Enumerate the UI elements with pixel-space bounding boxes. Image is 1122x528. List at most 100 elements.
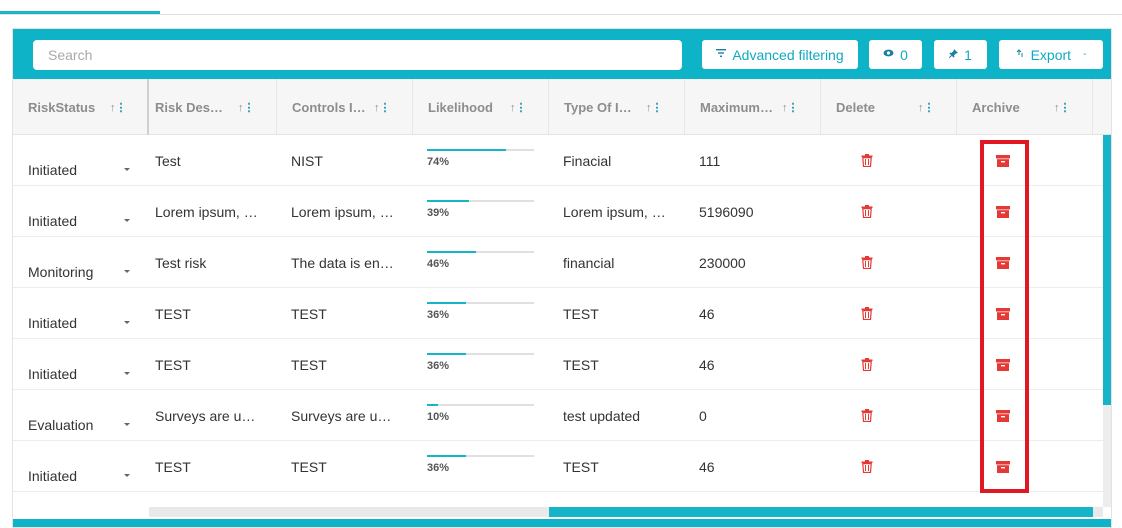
trash-icon[interactable] <box>861 256 873 274</box>
likelihood-progress-fill <box>427 353 466 355</box>
chevron-down-icon[interactable] <box>124 474 130 477</box>
maximum-cell: 230000 <box>699 255 746 271</box>
horizontal-scrollbar-thumb[interactable] <box>549 507 1093 517</box>
controls-cell: TEST <box>291 357 327 373</box>
archive-column-highlight <box>980 140 1029 493</box>
pinned-columns-count: 1 <box>964 46 972 63</box>
likelihood-percent: 74% <box>427 156 450 168</box>
likelihood-percent: 10% <box>427 411 450 423</box>
chevron-down-icon[interactable] <box>124 270 130 273</box>
controls-cell: TEST <box>291 306 327 322</box>
risk-status-select[interactable]: Initiated <box>28 315 77 331</box>
hidden-columns-count: 0 <box>900 46 908 63</box>
column-header-controls[interactable]: Controls I… ↑⋮ <box>277 79 413 135</box>
column-header-likelihood[interactable]: Likelihood ↑⋮ <box>413 79 549 135</box>
hidden-columns-button[interactable]: 0 <box>869 40 922 69</box>
column-header-label: Risk Des… <box>155 100 223 115</box>
vertical-scrollbar-thumb[interactable] <box>1103 135 1111 405</box>
risk-status-select[interactable]: Evaluation <box>28 417 93 433</box>
sort-icon[interactable]: ↑⋮ <box>110 101 127 114</box>
vertical-scrollbar[interactable] <box>1103 135 1111 507</box>
controls-cell: Lorem ipsum, … <box>291 204 394 220</box>
sort-icon[interactable]: ↑⋮ <box>1054 101 1071 114</box>
risk-status-select[interactable]: Initiated <box>28 162 77 178</box>
horizontal-scrollbar[interactable] <box>149 507 1103 517</box>
trash-icon[interactable] <box>861 154 873 172</box>
column-header-label: Maximum… <box>700 100 773 115</box>
pinned-columns-button[interactable]: 1 <box>934 40 987 69</box>
chevron-down-icon[interactable] <box>124 168 130 171</box>
chevron-down-icon[interactable] <box>124 423 130 426</box>
column-header-archive[interactable]: Archive ↑⋮ <box>957 79 1093 135</box>
sort-icon[interactable]: ↑⋮ <box>238 101 255 114</box>
filter-icon <box>716 49 727 60</box>
trash-icon[interactable] <box>861 460 873 478</box>
sort-icon[interactable]: ↑⋮ <box>918 101 935 114</box>
type-of-impact-cell: Finacial <box>563 153 612 169</box>
sort-icon[interactable]: ↑⋮ <box>510 101 527 114</box>
risk-status-select[interactable]: Initiated <box>28 366 77 382</box>
risk-description-cell: Test risk <box>155 255 207 271</box>
eye-icon <box>883 49 894 60</box>
likelihood-percent: 46% <box>427 258 450 270</box>
table-row: Initiated TEST TEST 36% TEST 46 <box>13 288 1103 339</box>
export-icon <box>1016 48 1025 61</box>
export-button[interactable]: Export - <box>999 40 1103 69</box>
likelihood-progress-bar <box>427 200 534 202</box>
column-header-label: Likelihood <box>428 100 493 115</box>
search-input[interactable] <box>33 40 682 70</box>
chevron-down-icon[interactable] <box>124 321 130 324</box>
likelihood-progress-fill <box>427 302 466 304</box>
table-row: Monitoring Test risk The data is en… 46%… <box>13 237 1103 288</box>
risk-register-grid: Advanced filtering 0 1 Export - RiskStat… <box>12 28 1112 528</box>
risk-status-select[interactable]: Initiated <box>28 468 77 484</box>
likelihood-progress-bar <box>427 353 534 355</box>
sort-icon[interactable]: ↑⋮ <box>374 101 391 114</box>
table-row: Evaluation Surveys are u… Surveys are u…… <box>13 390 1103 441</box>
type-of-impact-cell: Lorem ipsum, … <box>563 204 666 220</box>
trash-icon[interactable] <box>861 358 873 376</box>
maximum-cell: 111 <box>699 153 721 169</box>
maximum-cell: 46 <box>699 306 715 322</box>
advanced-filtering-button[interactable]: Advanced filtering <box>702 40 858 69</box>
controls-cell: TEST <box>291 459 327 475</box>
maximum-cell: 46 <box>699 357 715 373</box>
maximum-cell: 5196090 <box>699 204 754 220</box>
active-tab-indicator <box>0 11 160 14</box>
likelihood-percent: 36% <box>427 360 450 372</box>
risk-description-cell: TEST <box>155 357 191 373</box>
trash-icon[interactable] <box>861 307 873 325</box>
column-header-risk-status[interactable]: RiskStatus ↑⋮ <box>13 79 149 135</box>
likelihood-progress-bar <box>427 404 534 406</box>
risk-status-select[interactable]: Monitoring <box>28 264 93 280</box>
trash-icon[interactable] <box>861 409 873 427</box>
chevron-down-icon[interactable] <box>124 372 130 375</box>
type-of-impact-cell: test updated <box>563 408 641 424</box>
column-header-type-of-impact[interactable]: Type Of I… ↑⋮ <box>549 79 685 135</box>
chevron-down-icon[interactable] <box>124 219 130 222</box>
controls-cell: NIST <box>291 153 323 169</box>
sort-icon[interactable]: ↑⋮ <box>782 101 799 114</box>
table-row: Initiated TEST TEST 36% TEST 46 <box>13 441 1103 492</box>
column-header-label: Delete <box>836 100 876 115</box>
controls-cell: The data is en… <box>291 255 394 271</box>
likelihood-progress-fill <box>427 251 477 253</box>
likelihood-progress-bar <box>427 455 534 457</box>
risk-status-select[interactable]: Initiated <box>28 213 77 229</box>
maximum-cell: 46 <box>699 459 715 475</box>
trash-icon[interactable] <box>861 205 873 223</box>
sort-icon[interactable]: ↑⋮ <box>646 101 663 114</box>
column-header-label: Archive <box>972 100 1020 115</box>
grid-footer <box>13 519 1111 527</box>
type-of-impact-cell: financial <box>563 255 615 271</box>
column-header-delete[interactable]: Delete ↑⋮ <box>821 79 957 135</box>
column-header-maximum[interactable]: Maximum… ↑⋮ <box>685 79 821 135</box>
type-of-impact-cell: TEST <box>563 459 599 475</box>
likelihood-progress-fill <box>427 149 507 151</box>
grid-toolbar: Advanced filtering 0 1 Export - <box>13 29 1111 79</box>
column-header-risk-description[interactable]: Risk Des… ↑⋮ <box>149 79 277 135</box>
risk-description-cell: Surveys are u… <box>155 408 256 424</box>
risk-description-cell: TEST <box>155 459 191 475</box>
likelihood-progress-fill <box>427 455 466 457</box>
advanced-filtering-label: Advanced filtering <box>732 46 844 63</box>
